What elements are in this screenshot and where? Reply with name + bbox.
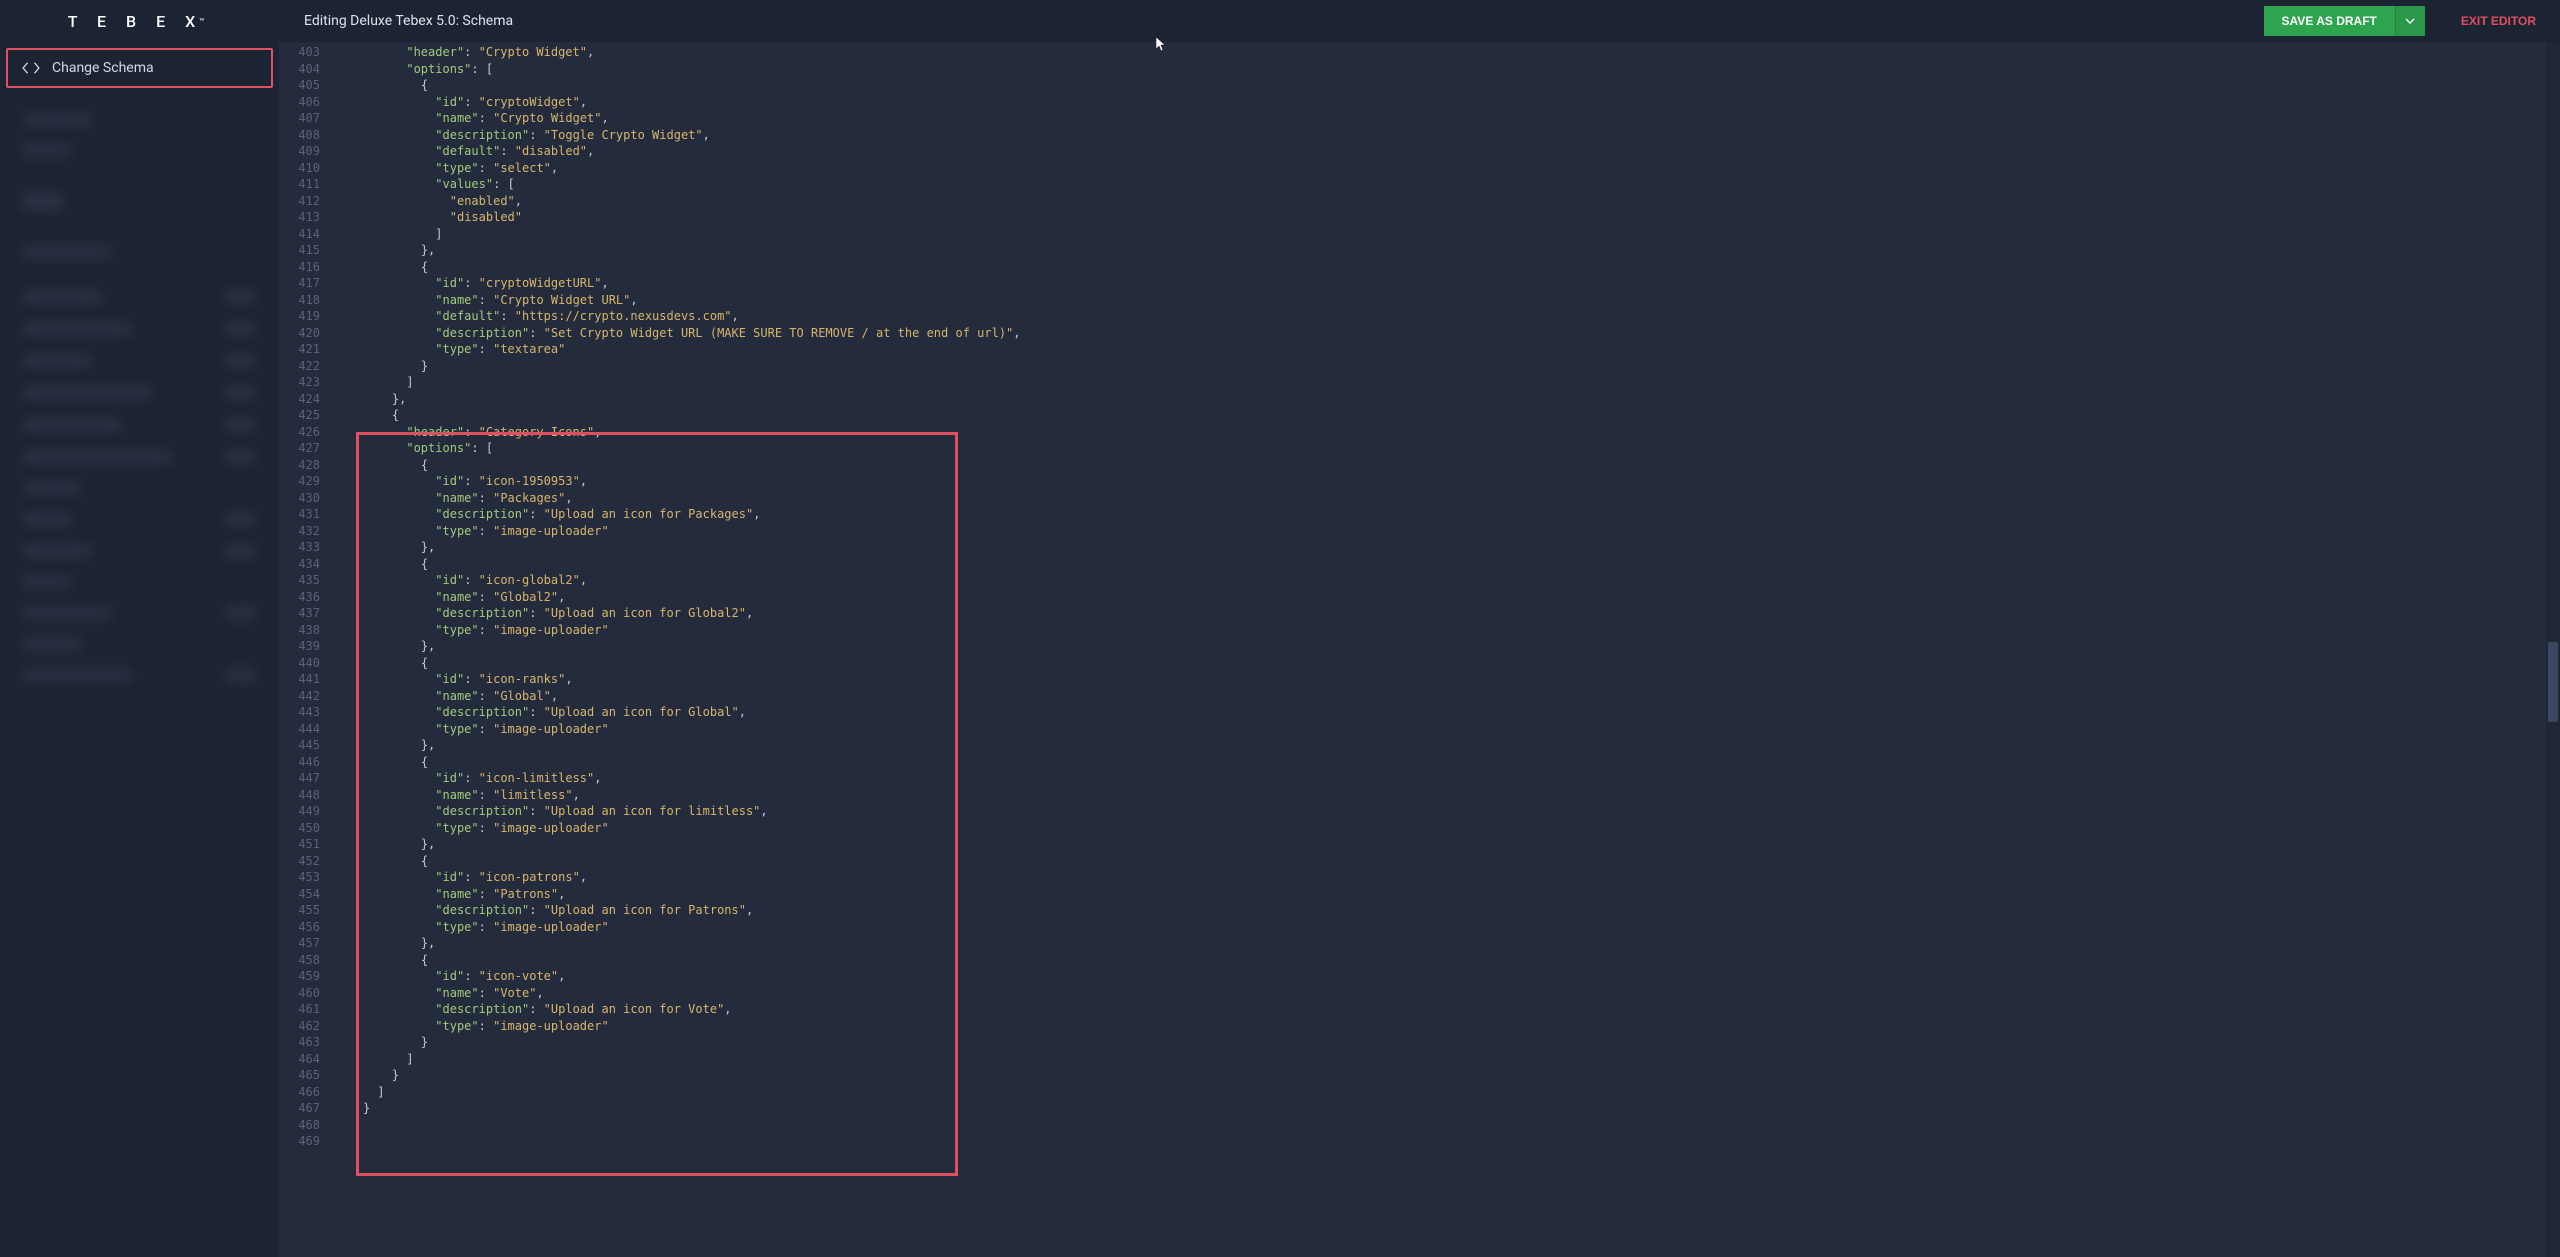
code-line[interactable]: } [334,1067,2560,1084]
code-line[interactable]: } [334,1100,2560,1117]
code-line[interactable]: "id": "icon-ranks", [334,671,2560,688]
code-line[interactable]: "description": "Upload an icon for Globa… [334,704,2560,721]
logo-text: T E B E X [68,12,204,31]
code-line[interactable]: { [334,853,2560,870]
code-line[interactable]: "name": "Vote", [334,985,2560,1002]
sidebar: Change Schema [0,42,280,1257]
change-schema-item[interactable]: Change Schema [6,48,273,88]
code-line[interactable]: "header": "Category Icons", [334,424,2560,441]
code-line[interactable]: { [334,77,2560,94]
code-line[interactable]: } [334,1034,2560,1051]
code-line[interactable]: "name": "Packages", [334,490,2560,507]
code-line[interactable]: "enabled", [334,193,2560,210]
code-line[interactable]: }, [334,836,2560,853]
change-schema-label: Change Schema [52,60,154,76]
save-dropdown-button[interactable] [2395,6,2425,36]
code-line[interactable]: }, [334,638,2560,655]
code-line[interactable]: "id": "cryptoWidget", [334,94,2560,111]
code-line[interactable]: "id": "icon-limitless", [334,770,2560,787]
scrollbar-thumb[interactable] [2548,642,2558,722]
logo-tm: ™ [199,17,212,26]
editor-inner: 4034044054064074084094104114124134144154… [280,42,2560,1257]
chevron-down-icon [2405,16,2415,26]
code-line[interactable]: }, [334,242,2560,259]
code-line[interactable]: }, [334,737,2560,754]
code-line[interactable]: "type": "image-uploader" [334,919,2560,936]
topbar-left: T E B E X™ Editing Deluxe Tebex 5.0: Sch… [0,0,513,42]
topbar-right: SAVE AS DRAFT EXIT EDITOR [2264,0,2560,42]
code-line[interactable]: "name": "Crypto Widget URL", [334,292,2560,309]
code-line[interactable]: "type": "textarea" [334,341,2560,358]
code-line[interactable]: "options": [ [334,61,2560,78]
code-line[interactable]: { [334,407,2560,424]
code-line[interactable]: ] [334,1084,2560,1101]
code-line[interactable]: "id": "icon-global2", [334,572,2560,589]
code-line[interactable]: "name": "Global2", [334,589,2560,606]
save-as-draft-button[interactable]: SAVE AS DRAFT [2264,6,2395,36]
code-line[interactable]: "type": "image-uploader" [334,523,2560,540]
code-line[interactable]: "type": "image-uploader" [334,622,2560,639]
code-line[interactable]: "options": [ [334,440,2560,457]
code-line[interactable]: "description": "Upload an icon for Globa… [334,605,2560,622]
code-line[interactable]: "description": "Upload an icon for Packa… [334,506,2560,523]
code-line[interactable]: "id": "icon-patrons", [334,869,2560,886]
code-line[interactable]: } [334,358,2560,375]
logo: T E B E X™ [0,0,280,42]
code-line[interactable] [334,1117,2560,1134]
code-line[interactable] [334,1133,2560,1150]
code-line[interactable]: { [334,952,2560,969]
code-line[interactable]: }, [334,935,2560,952]
code-line[interactable]: { [334,655,2560,672]
code-line[interactable]: "name": "Global", [334,688,2560,705]
code-line[interactable]: "description": "Upload an icon for limit… [334,803,2560,820]
code-line[interactable]: "default": "disabled", [334,143,2560,160]
topbar: T E B E X™ Editing Deluxe Tebex 5.0: Sch… [0,0,2560,42]
code-line[interactable]: ] [334,374,2560,391]
code-line[interactable]: "id": "cryptoWidgetURL", [334,275,2560,292]
code-line[interactable]: "id": "icon-vote", [334,968,2560,985]
code-line[interactable]: { [334,259,2560,276]
main: Change Schema 40340440540640740840941041… [0,42,2560,1257]
code-line[interactable]: "values": [ [334,176,2560,193]
line-number-gutter: 4034044054064074084094104114124134144154… [280,42,330,1257]
code-line[interactable]: "header": "Crypto Widget", [334,44,2560,61]
code-line[interactable]: { [334,754,2560,771]
code-line[interactable]: "name": "Crypto Widget", [334,110,2560,127]
code-line[interactable]: }, [334,539,2560,556]
code-content[interactable]: "header": "Crypto Widget", "options": [ … [330,42,2560,1257]
code-line[interactable]: "description": "Upload an icon for Vote"… [334,1001,2560,1018]
code-icon [22,61,40,75]
code-line[interactable]: ] [334,1051,2560,1068]
code-line[interactable]: "type": "select", [334,160,2560,177]
code-line[interactable]: "type": "image-uploader" [334,820,2560,837]
code-line[interactable]: "disabled" [334,209,2560,226]
mouse-cursor [1156,37,1168,53]
exit-editor-button[interactable]: EXIT EDITOR [2437,6,2560,36]
code-line[interactable]: "name": "limitless", [334,787,2560,804]
code-line[interactable]: "type": "image-uploader" [334,1018,2560,1035]
code-line[interactable]: "name": "Patrons", [334,886,2560,903]
code-line[interactable]: { [334,457,2560,474]
code-line[interactable]: }, [334,391,2560,408]
code-line[interactable]: "description": "Toggle Crypto Widget", [334,127,2560,144]
page-title: Editing Deluxe Tebex 5.0: Schema [280,13,513,29]
code-line[interactable]: "id": "icon-1950953", [334,473,2560,490]
vertical-scrollbar[interactable] [2546,42,2560,1257]
code-line[interactable]: "description": "Set Crypto Widget URL (M… [334,325,2560,342]
code-line[interactable]: "description": "Upload an icon for Patro… [334,902,2560,919]
sidebar-blurred-content [0,96,279,1257]
code-line[interactable]: ] [334,226,2560,243]
code-line[interactable]: { [334,556,2560,573]
code-line[interactable]: "default": "https://crypto.nexusdevs.com… [334,308,2560,325]
code-editor[interactable]: 4034044054064074084094104114124134144154… [280,42,2560,1257]
code-line[interactable]: "type": "image-uploader" [334,721,2560,738]
